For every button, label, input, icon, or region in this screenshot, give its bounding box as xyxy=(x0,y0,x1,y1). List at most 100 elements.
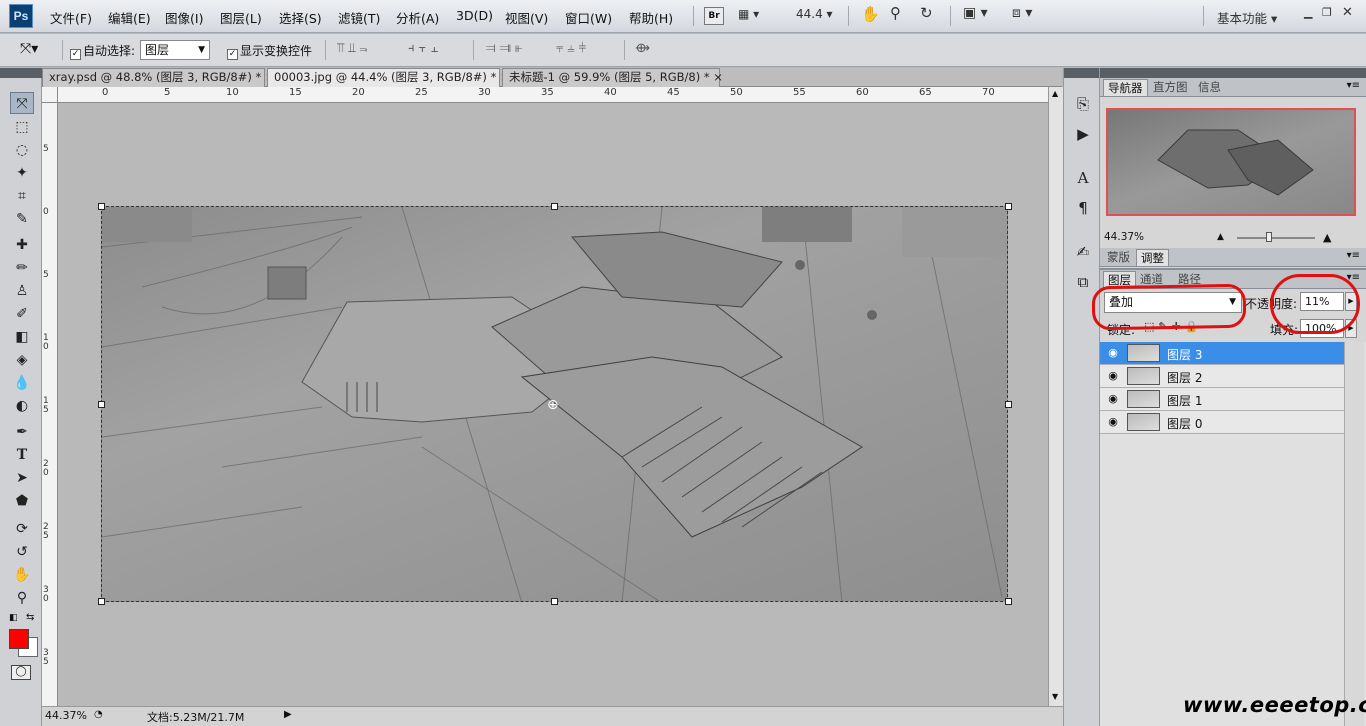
scroll-up-icon[interactable]: ▲ xyxy=(1052,89,1058,98)
close-app-button[interactable]: ✕ xyxy=(1342,5,1353,20)
eraser-tool-icon[interactable]: ◧ xyxy=(10,326,34,348)
tab-masks[interactable]: 蒙版 xyxy=(1103,249,1134,266)
transform-center-icon[interactable]: ⊕ xyxy=(547,397,559,413)
tools-panel-header[interactable] xyxy=(0,68,42,78)
close-tab-icon[interactable]: × xyxy=(713,70,723,84)
quick-mask-icon[interactable]: ◯ xyxy=(11,665,31,680)
foreground-color-swatch[interactable] xyxy=(9,629,29,649)
3d-rotate-tool-icon[interactable]: ⟳ xyxy=(10,518,34,540)
layers-scrollbar[interactable] xyxy=(1344,342,1364,726)
transform-handle[interactable] xyxy=(98,598,105,605)
layer-row[interactable]: ◉ 图层 3 xyxy=(1100,342,1344,365)
transform-handle[interactable] xyxy=(1005,203,1012,210)
minimize-button[interactable]: ▁ xyxy=(1304,6,1312,19)
blur-tool-icon[interactable]: 💧 xyxy=(10,372,34,394)
zoom-slider-thumb[interactable] xyxy=(1266,232,1272,242)
panel-menu-icon[interactable]: ▾≡ xyxy=(1347,250,1360,261)
vertical-ruler[interactable]: 5 0 5 1 0 1 5 2 0 2 5 3 0 3 5 xyxy=(42,103,58,706)
scroll-down-icon[interactable]: ▼ xyxy=(1052,692,1058,701)
menu-select[interactable]: 选择(S) xyxy=(279,8,322,27)
move-tool-preset-icon[interactable]: ⤧▾ xyxy=(20,41,38,57)
tab-histogram[interactable]: 直方图 xyxy=(1149,79,1192,96)
history-brush-tool-icon[interactable]: ✐ xyxy=(10,303,34,325)
panel-header[interactable] xyxy=(1100,68,1366,78)
menu-edit[interactable]: 编辑(E) xyxy=(108,8,151,27)
visibility-eye-icon[interactable]: ◉ xyxy=(1106,369,1120,383)
dodge-tool-icon[interactable]: ◐ xyxy=(10,395,34,417)
3d-orbit-tool-icon[interactable]: ↺ xyxy=(10,541,34,563)
menu-help[interactable]: 帮助(H) xyxy=(629,8,673,27)
info-icon[interactable]: ◔ xyxy=(94,709,103,720)
rotate-view-icon[interactable]: ↻ xyxy=(920,4,933,22)
visibility-eye-icon[interactable]: ◉ xyxy=(1106,346,1120,360)
auto-select-target-dropdown[interactable]: 图层 ▼ xyxy=(140,40,210,60)
status-menu-arrow-icon[interactable]: ▶ xyxy=(284,709,292,720)
tab-adjustments[interactable]: 调整 xyxy=(1136,249,1169,266)
tab-xray[interactable]: xray.psd @ 48.8% (图层 3, RGB/8#) * × xyxy=(42,68,275,87)
type-tool-icon[interactable]: T xyxy=(10,444,34,466)
ruler-origin[interactable] xyxy=(42,87,58,103)
zoom-out-icon[interactable]: ▲ xyxy=(1217,232,1224,242)
tab-00003[interactable]: 00003.jpg @ 44.4% (图层 3, RGB/8#) * × xyxy=(267,68,510,87)
zoom-level-select[interactable]: 44.4 ▾ xyxy=(796,7,833,21)
marquee-tool-icon[interactable]: ⬚ xyxy=(10,116,34,138)
navigator-zoom[interactable]: 44.37% xyxy=(1104,231,1144,243)
shape-tool-icon[interactable]: ⬟ xyxy=(10,490,34,512)
visibility-eye-icon[interactable]: ◉ xyxy=(1106,392,1120,406)
navigator-preview[interactable] xyxy=(1106,108,1356,216)
layer-row[interactable]: ◉ 图层 0 xyxy=(1100,411,1344,434)
hand-tool-icon[interactable]: ✋ xyxy=(10,564,34,586)
screen-mode-icon[interactable]: ▦ ▾ xyxy=(738,7,759,21)
align-left-icon[interactable]: ⫞⫟⫠ xyxy=(408,41,442,56)
transform-handle[interactable] xyxy=(1005,401,1012,408)
bridge-button[interactable]: Br xyxy=(704,7,724,25)
brushes-icon[interactable]: ✍ xyxy=(1072,241,1094,263)
layer-row[interactable]: ◉ 图层 2 xyxy=(1100,365,1344,388)
layer-row[interactable]: ◉ 图层 1 xyxy=(1100,388,1344,411)
panel-menu-icon[interactable]: ▾≡ xyxy=(1347,80,1360,91)
zoom-tool-icon[interactable]: ⚲ xyxy=(890,4,901,22)
lasso-tool-icon[interactable]: ◌ xyxy=(10,139,34,161)
menu-file[interactable]: 文件(F) xyxy=(50,8,92,27)
transform-handle[interactable] xyxy=(98,401,105,408)
menu-view[interactable]: 视图(V) xyxy=(505,8,548,27)
tab-navigator[interactable]: 导航器 xyxy=(1103,79,1148,96)
show-transform-checkbox[interactable]: ✓ 显示变换控件 xyxy=(227,42,312,60)
transform-handle[interactable] xyxy=(1005,598,1012,605)
paragraph-icon[interactable]: ¶ xyxy=(1072,197,1094,219)
history-icon[interactable]: ⎘ xyxy=(1072,93,1094,115)
status-zoom[interactable]: 44.37% xyxy=(45,709,87,722)
visibility-eye-icon[interactable]: ◉ xyxy=(1106,415,1120,429)
eyedropper-tool-icon[interactable]: ✎ xyxy=(10,208,34,230)
transform-handle[interactable] xyxy=(551,598,558,605)
zoom-in-icon[interactable]: ▲ xyxy=(1323,231,1331,244)
clone-source-icon[interactable]: ⧉ xyxy=(1072,271,1094,293)
swap-colors-icon[interactable]: ⇆ xyxy=(26,612,34,623)
menu-analysis[interactable]: 分析(A) xyxy=(396,8,439,27)
menu-filter[interactable]: 滤镜(T) xyxy=(338,8,380,27)
zoom-slider-track[interactable] xyxy=(1237,237,1315,239)
move-tool-icon[interactable]: ⤧ xyxy=(10,92,34,114)
workspace-switcher[interactable]: 基本功能 ▾ xyxy=(1217,8,1277,27)
character-icon[interactable]: A xyxy=(1072,167,1094,189)
tab-untitled[interactable]: 未标题-1 @ 59.9% (图层 5, RGB/8) * × xyxy=(502,68,723,87)
zoom-tool-icon[interactable]: ⚲ xyxy=(10,587,34,609)
path-selection-tool-icon[interactable]: ➤ xyxy=(10,467,34,489)
vertical-scrollbar[interactable]: ▲ ▼ xyxy=(1048,87,1063,706)
align-top-icon[interactable]: ⫪⫫⫬ xyxy=(337,41,371,56)
magic-wand-tool-icon[interactable]: ✦ xyxy=(10,162,34,184)
menu-image[interactable]: 图像(I) xyxy=(165,8,203,27)
clone-stamp-tool-icon[interactable]: ♙ xyxy=(10,280,34,302)
menu-3d[interactable]: 3D(D) xyxy=(456,8,493,23)
crop-tool-icon[interactable]: ⌗ xyxy=(10,185,34,207)
healing-brush-tool-icon[interactable]: ✚ xyxy=(10,234,34,256)
pen-tool-icon[interactable]: ✒ xyxy=(10,421,34,443)
tab-info[interactable]: 信息 xyxy=(1194,79,1225,96)
menu-layer[interactable]: 图层(L) xyxy=(220,8,262,27)
auto-select-checkbox[interactable]: ✓ 自动选择: xyxy=(70,42,135,60)
transform-handle[interactable] xyxy=(551,203,558,210)
menu-window[interactable]: 窗口(W) xyxy=(565,8,612,27)
arrange-documents-icon[interactable]: ▣ ▾ xyxy=(963,5,988,21)
distribute-left-icon[interactable]: ⫧⫨⫩ xyxy=(556,41,590,56)
horizontal-ruler[interactable]: 0 5 10 15 20 25 30 35 40 45 50 55 60 65 … xyxy=(58,87,1048,103)
